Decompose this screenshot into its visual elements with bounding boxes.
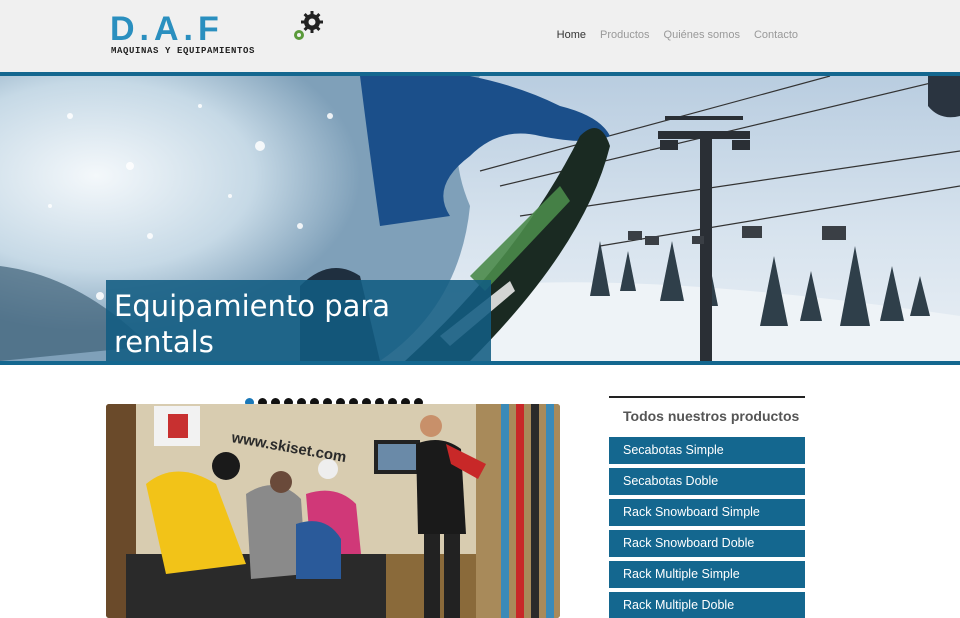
hero-caption-text: Equipamiento para rentals (114, 289, 391, 359)
main-nav: Home Productos Quiénes somos Contacto (557, 29, 798, 41)
gears-icon (294, 11, 323, 40)
logo-wordmark: D.A.F (110, 10, 224, 48)
hero-caption: Equipamiento para rentals (106, 280, 491, 361)
nav-quienes-somos[interactable]: Quiénes somos (664, 29, 740, 41)
products-title: Todos nuestros productos (623, 408, 800, 424)
rental-shop-photo: www.skiset.com (106, 404, 560, 618)
product-link-secabotas-simple[interactable]: Secabotas Simple (609, 437, 805, 464)
product-link-secabotas-doble[interactable]: Secabotas Doble (609, 468, 805, 495)
product-link-rack-multiple-doble[interactable]: Rack Multiple Doble (609, 592, 805, 618)
nav-home[interactable]: Home (557, 29, 586, 41)
hero-divider (0, 361, 960, 365)
nav-contacto[interactable]: Contacto (754, 29, 798, 41)
logo-tagline: MAQUINAS Y EQUIPAMIENTOS (111, 46, 256, 56)
product-link-rack-snowboard-doble[interactable]: Rack Snowboard Doble (609, 530, 805, 557)
product-link-rack-multiple-simple[interactable]: Rack Multiple Simple (609, 561, 805, 588)
product-list: Secabotas Simple Secabotas Doble Rack Sn… (609, 437, 805, 618)
hero-banner: Equipamiento para rentals (0, 76, 960, 361)
slider-image[interactable]: www.skiset.com (106, 404, 560, 618)
daf-logo[interactable]: D.A.F MAQUINAS Y EQUIPAMIENTOS (110, 10, 325, 60)
products-sidebar: Todos nuestros productos Secabotas Simpl… (609, 396, 805, 618)
site-header: D.A.F MAQUINAS Y EQUIPAMIENTOS Home Prod… (0, 0, 960, 72)
nav-productos[interactable]: Productos (600, 29, 650, 41)
product-link-rack-snowboard-simple[interactable]: Rack Snowboard Simple (609, 499, 805, 526)
